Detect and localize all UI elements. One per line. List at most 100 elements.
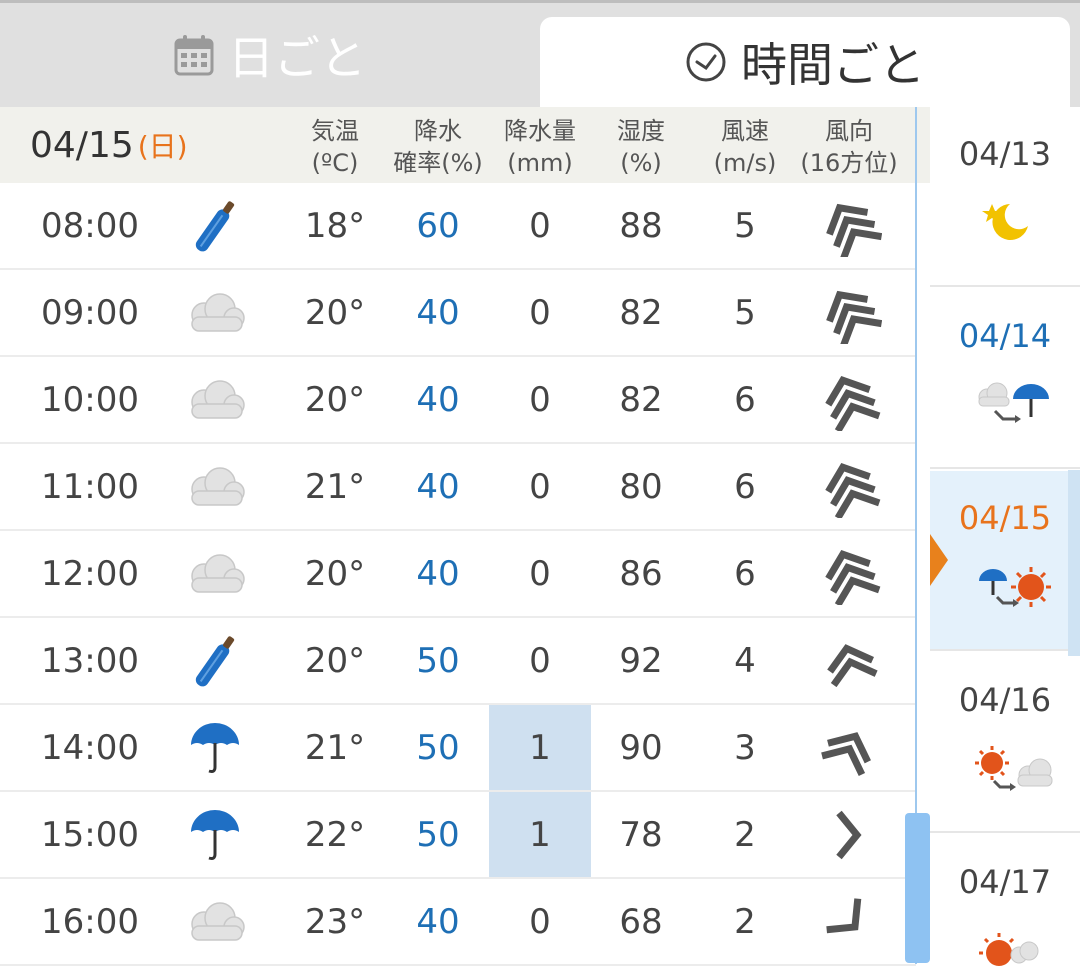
- header-precip-prob-unit: 確率(%): [393, 149, 483, 177]
- day-item-0417[interactable]: 04/17: [930, 835, 1080, 975]
- clock-icon: [685, 41, 727, 83]
- row-time: 09:00: [41, 292, 139, 333]
- row-time: 13:00: [41, 640, 139, 681]
- row-precip-amount: 0: [529, 901, 551, 942]
- header-wind-direction: 風向 (16方位): [790, 115, 908, 179]
- row-precip-prob: 40: [416, 379, 460, 420]
- row-humidity: 86: [619, 553, 663, 594]
- header-temp: 気温 (ºC): [290, 115, 380, 179]
- row-precip-prob: 50: [416, 640, 460, 681]
- row-humidity: 88: [619, 205, 663, 246]
- wind-direction-icon: [800, 792, 900, 877]
- sun-then-cloud-icon: [972, 745, 1056, 803]
- closed-umbrella-icon: [170, 618, 260, 703]
- wind-direction-icon: [800, 531, 900, 616]
- row-humidity: 92: [619, 640, 663, 681]
- wind-direction-icon: [800, 618, 900, 703]
- row-wind-speed: 5: [734, 292, 756, 333]
- table-row: 09:00 20° 40 0 82 5: [0, 270, 916, 357]
- row-precip-prob: 40: [416, 901, 460, 942]
- wind-direction-icon: [800, 444, 900, 529]
- header-wind-direction-unit: (16方位): [800, 149, 898, 177]
- header-precip-amount-label: 降水量: [504, 117, 576, 145]
- table-row: 15:00 22° 50 1 78 2: [0, 792, 916, 879]
- row-time: 10:00: [41, 379, 139, 420]
- header-wind-direction-label: 風向: [825, 117, 873, 145]
- day-item-0414[interactable]: 04/14: [930, 289, 1080, 469]
- row-temperature: 20°: [304, 640, 366, 681]
- selected-day-indicator: [930, 534, 948, 586]
- moon-star-icon: [970, 192, 1040, 256]
- row-time: 15:00: [41, 814, 139, 855]
- cloud-then-rain-icon: [975, 381, 1055, 435]
- wind-direction-icon: [800, 183, 900, 268]
- row-humidity: 80: [619, 466, 663, 507]
- table-row: 14:00 21° 50 1 90 3: [0, 705, 916, 792]
- row-precip-prob: 50: [416, 814, 460, 855]
- row-precip-amount: 0: [529, 292, 551, 333]
- table-row: 13:00 20° 50 0 92 4: [0, 618, 916, 705]
- calendar-icon: [174, 34, 214, 76]
- row-precip-prob: 60: [416, 205, 460, 246]
- day-date: 04/17: [958, 863, 1052, 901]
- table-row: 16:00 23° 40 0 68 2: [0, 879, 916, 966]
- row-wind-speed: 5: [734, 205, 756, 246]
- wind-direction-icon: [800, 357, 900, 442]
- table-row: 10:00 20° 40 0 82 6: [0, 357, 916, 444]
- row-precip-amount: 1: [489, 792, 591, 877]
- table-header: 04/15 (日) 気温 (ºC) 降水 確率(%) 降水量 (mm) 湿度 (…: [0, 107, 930, 183]
- header-date-value: 04/15: [30, 124, 134, 166]
- row-wind-speed: 6: [734, 466, 756, 507]
- header-humidity: 湿度 (%): [596, 115, 686, 179]
- header-humidity-label: 湿度: [617, 117, 665, 145]
- row-temperature: 20°: [304, 292, 366, 333]
- row-temperature: 21°: [304, 727, 366, 768]
- row-humidity: 82: [619, 292, 663, 333]
- tab-hourly-label: 時間ごと: [741, 38, 925, 92]
- umbrella-icon: [170, 705, 260, 790]
- day-item-0415-selected[interactable]: 04/15: [930, 471, 1080, 651]
- header-wind-speed-unit: (m/s): [713, 149, 777, 177]
- header-humidity-unit: (%): [620, 149, 662, 177]
- cloud-icon: [170, 357, 260, 442]
- row-precip-prob: 40: [416, 292, 460, 333]
- day-date: 04/15: [958, 499, 1052, 537]
- table-row: 11:00 21° 40 0 80 6: [0, 444, 916, 531]
- closed-umbrella-icon: [170, 183, 260, 268]
- tab-daily-label: 日ごと: [228, 31, 366, 85]
- sun-cloud-icon: [975, 927, 1055, 971]
- row-precip-prob: 40: [416, 553, 460, 594]
- row-humidity: 68: [619, 901, 663, 942]
- row-time: 12:00: [41, 553, 139, 594]
- row-precip-amount: 0: [529, 553, 551, 594]
- day-date: 04/16: [958, 681, 1052, 719]
- row-time: 08:00: [41, 205, 139, 246]
- row-wind-speed: 4: [734, 640, 756, 681]
- header-temp-label: 気温: [311, 117, 359, 145]
- header-precip-prob-label: 降水: [414, 117, 462, 145]
- tab-hourly[interactable]: 時間ごと: [540, 17, 1070, 107]
- header-weekday: (日): [137, 130, 188, 163]
- day-item-0416[interactable]: 04/16: [930, 653, 1080, 833]
- row-precip-prob: 40: [416, 466, 460, 507]
- row-precip-amount: 0: [529, 640, 551, 681]
- day-item-0413[interactable]: 04/13: [930, 107, 1080, 287]
- tab-daily[interactable]: 日ごと: [0, 3, 540, 107]
- row-precip-amount: 1: [489, 705, 591, 790]
- table-row: 12:00 20° 40 0 86 6: [0, 531, 916, 618]
- table-scrollbar[interactable]: [905, 813, 930, 963]
- umbrella-icon: [170, 792, 260, 877]
- cloud-icon: [170, 270, 260, 355]
- row-precip-prob: 50: [416, 727, 460, 768]
- table-row: 08:00 18° 60 0 88 5: [0, 183, 916, 270]
- row-time: 14:00: [41, 727, 139, 768]
- row-time: 16:00: [41, 901, 139, 942]
- row-humidity: 78: [619, 814, 663, 855]
- header-temp-unit: (ºC): [311, 149, 359, 177]
- cloud-icon: [170, 444, 260, 529]
- wind-direction-icon: [800, 270, 900, 355]
- header-wind-speed: 風速 (m/s): [700, 115, 790, 179]
- tab-bar: 日ごと 時間ごと: [0, 3, 1080, 107]
- row-precip-amount: 0: [529, 205, 551, 246]
- day-list-scrollbar[interactable]: [1068, 470, 1080, 656]
